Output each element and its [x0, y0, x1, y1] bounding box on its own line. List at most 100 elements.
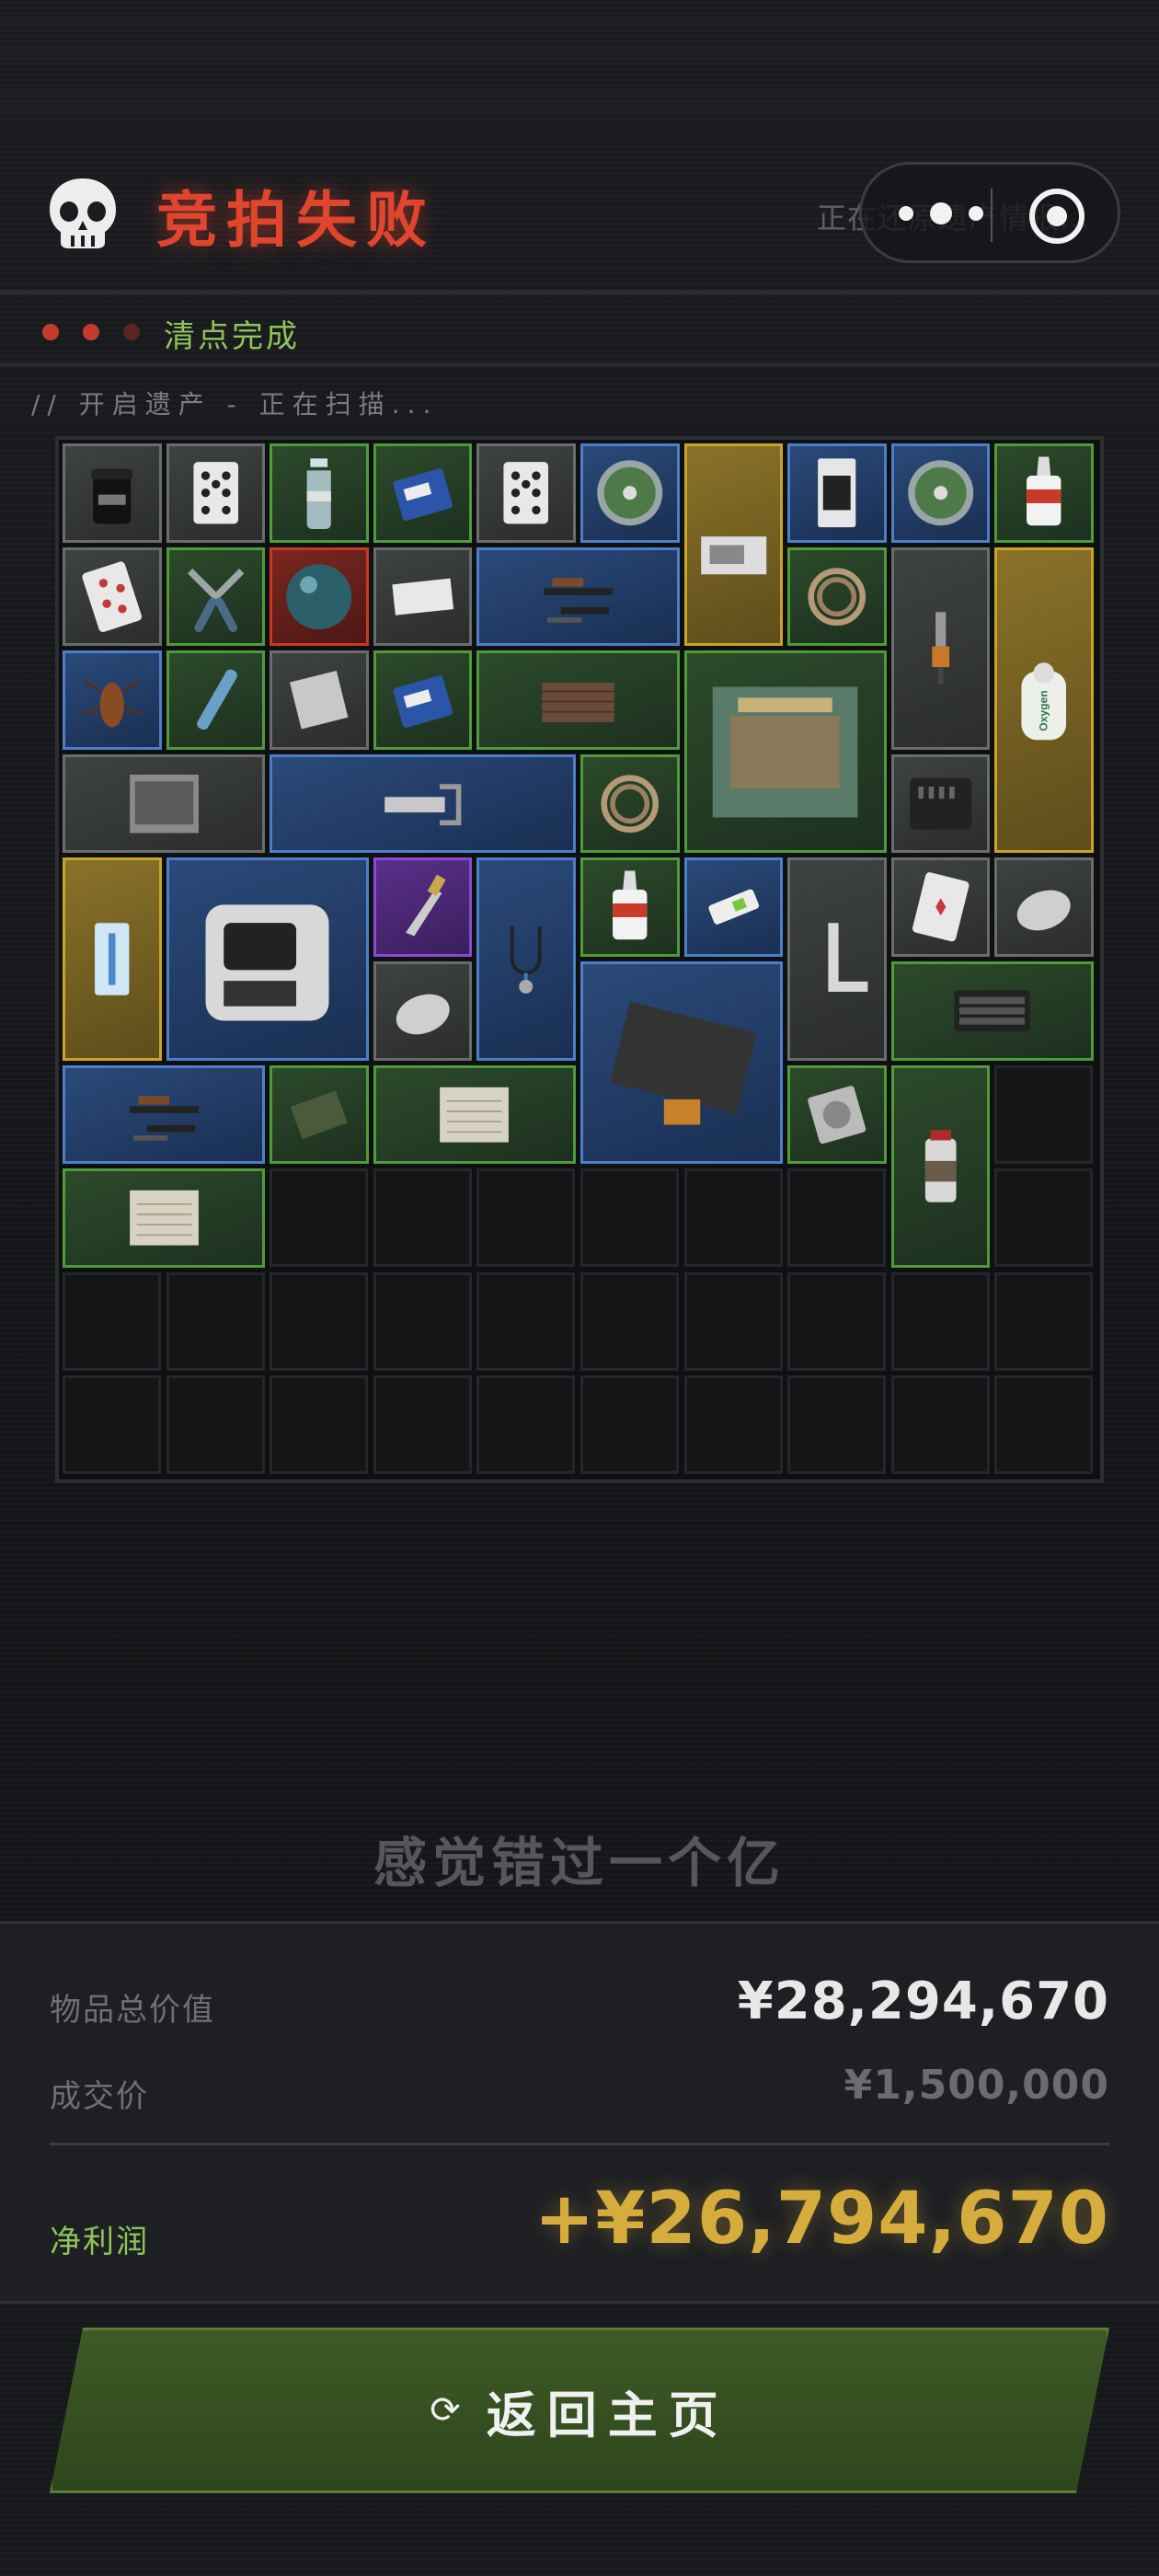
lcd-panel-icon	[609, 1001, 757, 1125]
status-dot	[42, 324, 59, 340]
hotel-painting-icon	[712, 686, 858, 818]
inventory-item-disassembled-rifle[interactable]	[476, 546, 680, 647]
playing-card-spades-icon	[193, 462, 238, 524]
inventory-item-dvd-disc[interactable]	[890, 443, 991, 543]
inventory-item-glue-bottle[interactable]	[580, 857, 680, 957]
inventory-item-hard-drive[interactable]	[787, 1064, 887, 1165]
inventory-item-cockroach[interactable]	[63, 650, 162, 750]
inventory-item-stethoscope[interactable]	[476, 857, 576, 1061]
inventory-item-supplement-jar[interactable]	[63, 443, 162, 543]
inventory-item-syringe-pack[interactable]	[63, 857, 162, 1061]
empty-slot	[476, 1375, 576, 1475]
inventory-item-paper-sheet[interactable]	[270, 650, 369, 750]
inventory-item-battery-9v[interactable]	[373, 650, 473, 750]
inventory-item-playing-card-spades[interactable]	[166, 443, 266, 543]
inventory-item-oxygen-tank[interactable]: Oxygen	[994, 546, 1094, 854]
bit-set-case-icon	[909, 777, 972, 830]
slogan-text: 感觉错过一个亿	[373, 1832, 786, 1894]
empty-slot	[994, 1168, 1094, 1268]
playing-card-spades-icon	[503, 462, 549, 524]
button-content[interactable]: ⟳ 返回主页	[50, 2328, 1109, 2493]
supplement-jar-icon	[91, 468, 133, 524]
page-title: 竞拍失败	[156, 185, 436, 256]
inventory-item-carpenter-square[interactable]	[787, 857, 887, 1061]
empty-slot	[373, 1271, 472, 1371]
inventory-item-wood-plank[interactable]	[476, 650, 680, 750]
old-photograph-icon	[129, 774, 199, 834]
usb-stick-icon	[708, 890, 759, 926]
deal-price-label: 成交价	[50, 2078, 149, 2115]
empty-slot	[994, 1375, 1094, 1475]
hose-coil-icon	[601, 775, 660, 833]
glue-bottle-icon	[1027, 456, 1061, 526]
inventory-item-old-manuscript[interactable]	[63, 1168, 266, 1268]
inventory-item-old-manuscript[interactable]	[373, 1064, 576, 1165]
inventory-item-playing-card-hearts[interactable]	[63, 546, 162, 647]
inventory-item-playing-card-spades[interactable]	[476, 443, 576, 543]
inventory-item-hose-coil[interactable]	[580, 753, 680, 854]
return-home-label: 返回主页	[486, 2386, 729, 2444]
inventory-item-disassembled-rifle[interactable]	[63, 1064, 266, 1165]
empty-slot	[270, 1271, 369, 1371]
inventory-item-computer-mouse[interactable]	[994, 857, 1094, 957]
inventory-item-dvd-disc[interactable]	[580, 443, 680, 543]
status-dot	[83, 324, 99, 340]
inventory-item-ration-pack[interactable]	[270, 1064, 369, 1165]
disassembled-rifle-icon	[544, 577, 613, 623]
inventory-item-spray-can[interactable]	[890, 1064, 991, 1268]
inventory-item-battery-9v[interactable]	[373, 443, 473, 543]
inventory-item-usb-stick[interactable]	[683, 857, 784, 957]
inventory-item-hacksaw[interactable]	[270, 753, 576, 854]
playing-card-diamonds-icon	[912, 872, 970, 942]
computer-mouse-icon	[1017, 891, 1072, 931]
empty-slot	[580, 1168, 679, 1268]
inventory-item-hose-coil[interactable]	[787, 546, 887, 647]
inventory-item-old-photograph[interactable]	[63, 753, 266, 854]
inventory-item-marble-sphere[interactable]	[270, 546, 369, 647]
svg-text:Oxygen: Oxygen	[1038, 690, 1050, 730]
battery-9v-icon	[393, 675, 453, 729]
empty-slot	[787, 1271, 887, 1371]
inventory-item-playing-card-diamonds[interactable]	[890, 857, 991, 957]
inventory-item-smart-device[interactable]	[166, 857, 369, 1061]
old-manuscript-icon	[129, 1190, 199, 1246]
value-summary: 物品总价值 ¥28,294,670 成交价 ¥1,500,000 净利润 +¥2…	[0, 1921, 1159, 2304]
inventory-item-computer-mouse[interactable]	[373, 961, 473, 1061]
total-value-label: 物品总价值	[50, 1992, 215, 2029]
return-home-button[interactable]: ⟳ 返回主页	[50, 2328, 1109, 2493]
marble-sphere-icon	[286, 563, 352, 629]
spray-can-icon	[924, 1130, 957, 1202]
inventory-item-memory-card-pack[interactable]	[787, 443, 887, 543]
inventory-item-glue-bottle[interactable]	[994, 443, 1094, 543]
water-bottle-icon	[306, 458, 332, 530]
deal-price-value: ¥1,500,000	[843, 2062, 1109, 2109]
empty-slot	[166, 1271, 265, 1371]
inventory-item-pliers[interactable]	[166, 546, 266, 647]
inventory-item-photo-document[interactable]	[683, 443, 784, 647]
target-close-icon[interactable]	[1029, 189, 1084, 244]
inventory-item-bit-set-case[interactable]	[890, 753, 991, 854]
inventory-item-napkin[interactable]	[373, 546, 473, 647]
inventory-item-ornate-knife[interactable]	[373, 857, 473, 957]
dvd-disc-icon	[597, 460, 663, 526]
computer-mouse-icon	[396, 994, 450, 1035]
inventory-item-pen-thermometer[interactable]	[166, 650, 266, 750]
summary-divider	[50, 2143, 1109, 2145]
inventory-item-keyboard[interactable]	[890, 961, 1094, 1061]
scan-caption: // 开启遗产 - 正在扫描...	[31, 389, 439, 420]
memory-card-pack-icon	[818, 458, 856, 528]
inventory-item-water-bottle[interactable]	[270, 443, 369, 543]
glue-bottle-icon	[613, 870, 648, 940]
empty-slot	[166, 1375, 265, 1475]
smart-device-icon	[205, 904, 329, 1021]
dvd-disc-icon	[908, 460, 974, 526]
wood-plank-icon	[542, 683, 614, 723]
inventory-item-screwdriver-tool[interactable]	[890, 546, 991, 750]
inventory-item-hotel-painting[interactable]	[683, 650, 887, 854]
miniprogram-capsule	[859, 162, 1120, 263]
empty-slot	[580, 1271, 679, 1371]
hose-coil-icon	[808, 568, 866, 626]
stethoscope-icon	[511, 926, 543, 994]
more-dots-icon[interactable]	[899, 200, 983, 227]
inventory-item-lcd-panel[interactable]	[580, 961, 784, 1165]
